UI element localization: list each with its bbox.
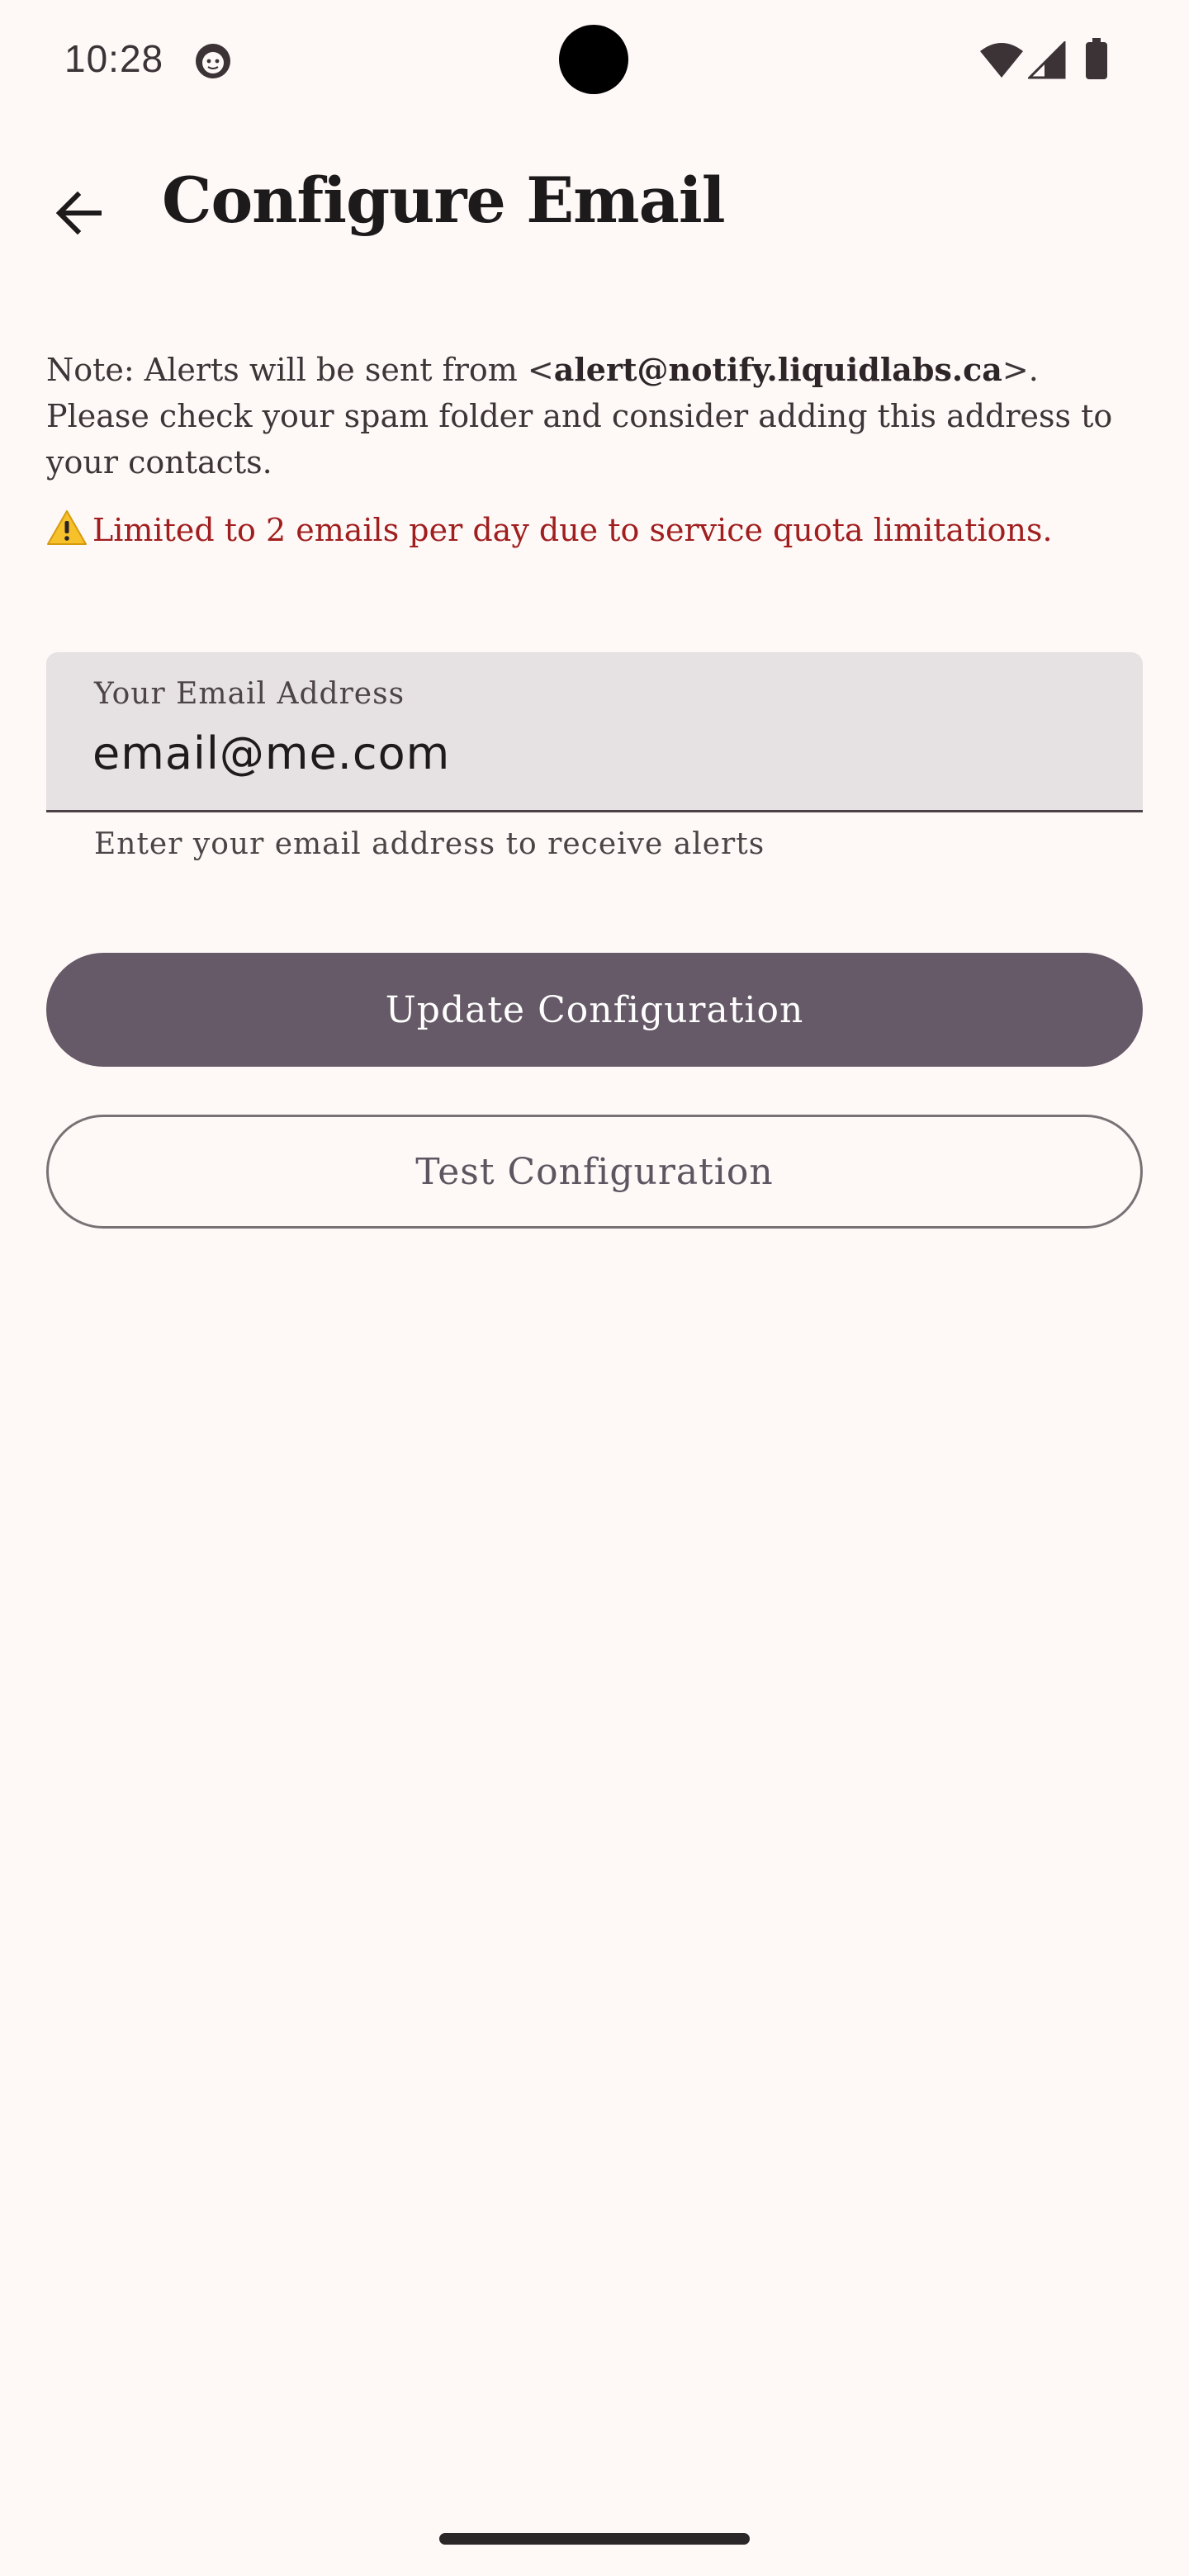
- email-field[interactable]: Your Email Address: [46, 652, 1143, 812]
- status-bar: 10:28: [0, 0, 1189, 122]
- sender-email: alert@notify.liquidlabs.ca: [553, 351, 1002, 388]
- test-configuration-button[interactable]: Test Configuration: [46, 1115, 1143, 1229]
- arrow-left-icon: [55, 191, 102, 235]
- cell-signal-icon: [1028, 41, 1066, 79]
- top-app-bar: Configure Email: [0, 122, 1189, 304]
- note-prefix: Note: Alerts will be sent from <: [46, 352, 554, 388]
- email-supporting-text: Enter your email address to receive aler…: [94, 827, 765, 861]
- battery-icon: [1086, 38, 1107, 79]
- status-time: 10:28: [64, 37, 164, 80]
- warning-message: Limited to 2 emails per day due to servi…: [92, 512, 1053, 548]
- note-text: Note: Alerts will be sent from <alert@no…: [46, 347, 1143, 485]
- page-title: Configure Email: [162, 163, 726, 237]
- email-field-label: Your Email Address: [94, 677, 405, 711]
- email-input[interactable]: [92, 723, 1083, 783]
- notification-face-icon: [196, 44, 230, 78]
- wifi-icon: [980, 43, 1023, 78]
- content: Note: Alerts will be sent from <alert@no…: [46, 347, 1143, 553]
- quota-warning: Limited to 2 emails per day due to servi…: [46, 507, 1143, 553]
- camera-cutout: [559, 25, 628, 94]
- back-button[interactable]: [40, 173, 119, 253]
- home-indicator[interactable]: [439, 2533, 750, 2545]
- warning-icon: [47, 510, 87, 545]
- update-configuration-button[interactable]: Update Configuration: [46, 953, 1143, 1067]
